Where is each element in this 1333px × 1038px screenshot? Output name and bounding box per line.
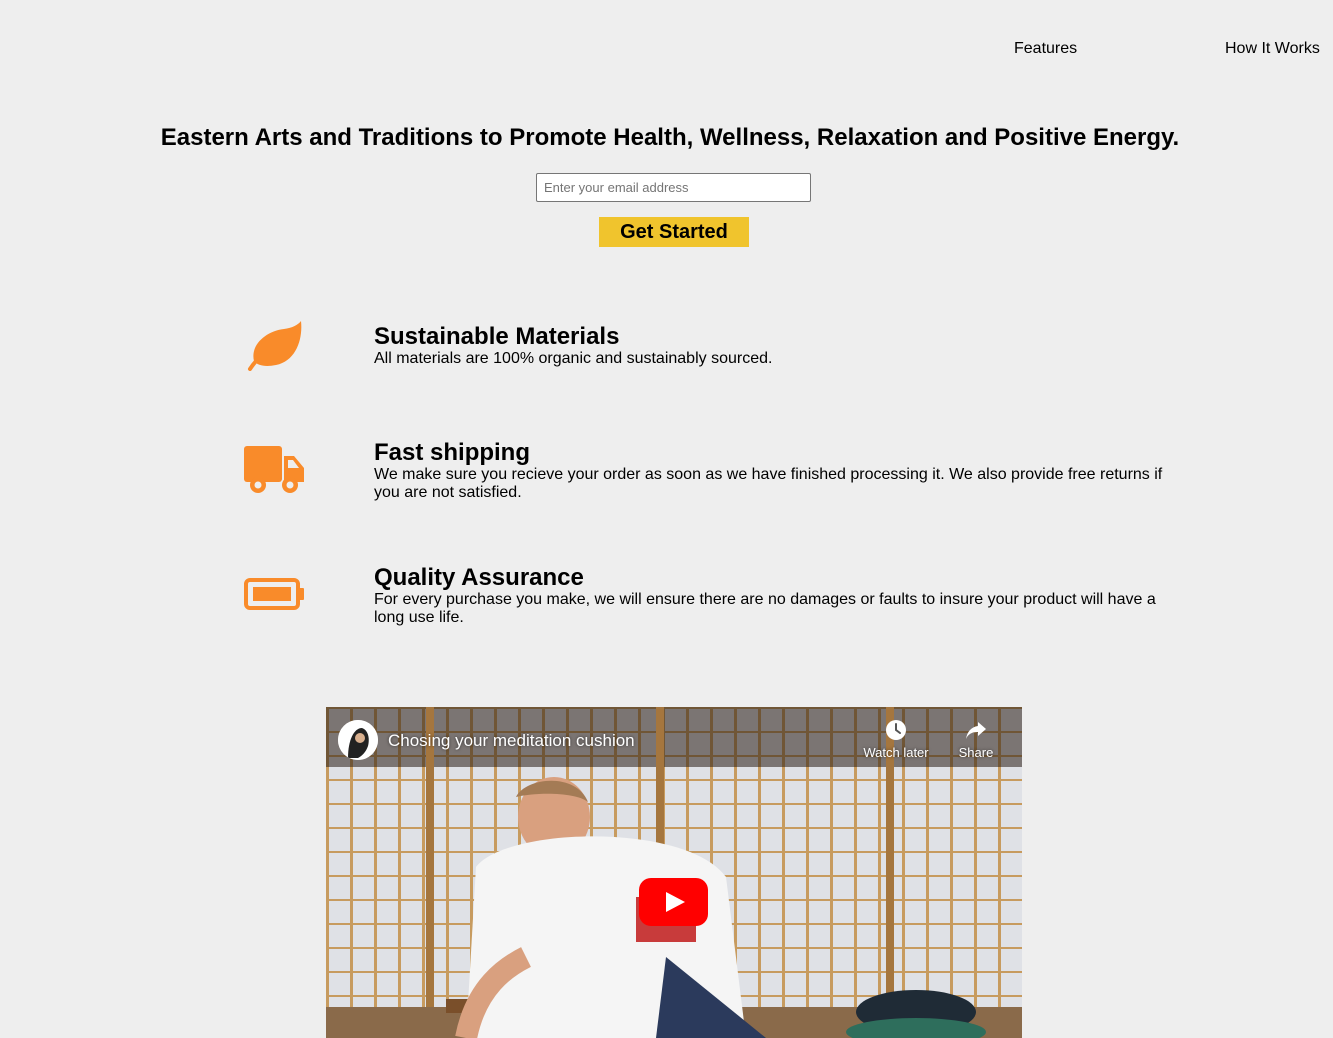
get-started-button[interactable]: Get Started xyxy=(599,217,749,247)
feature-title: Quality Assurance xyxy=(374,564,584,591)
hero-title: Eastern Arts and Traditions to Promote H… xyxy=(160,124,1180,151)
watch-later-label: Watch later xyxy=(863,745,929,760)
play-button[interactable] xyxy=(639,878,708,926)
video-player[interactable]: Chosing your meditation cushion Watch la… xyxy=(326,707,1022,1038)
landing-page: Features How It Works Eastern Arts and T… xyxy=(0,0,1333,1038)
battery-full-icon xyxy=(244,578,306,617)
share-label: Share xyxy=(958,745,994,760)
truck-icon xyxy=(244,446,306,499)
clock-icon xyxy=(886,720,906,740)
feature-description: For every purchase you make, we will ens… xyxy=(374,591,1156,626)
nav-link-how-it-works[interactable]: How It Works xyxy=(1225,40,1320,58)
email-input[interactable] xyxy=(536,173,811,202)
share-button[interactable]: Share xyxy=(948,719,1004,760)
feature-description: All materials are 100% organic and susta… xyxy=(374,350,773,367)
video-title[interactable]: Chosing your meditation cushion xyxy=(388,731,635,751)
leaf-icon xyxy=(246,321,302,376)
watch-later-button[interactable]: Watch later xyxy=(858,719,934,760)
channel-avatar[interactable] xyxy=(338,720,378,760)
feature-description: We make sure you recieve your order as s… xyxy=(374,466,1163,501)
feature-title: Fast shipping xyxy=(374,439,530,466)
nav-link-features[interactable]: Features xyxy=(1014,40,1077,58)
feature-title: Sustainable Materials xyxy=(374,323,620,350)
share-arrow-icon xyxy=(966,722,986,739)
